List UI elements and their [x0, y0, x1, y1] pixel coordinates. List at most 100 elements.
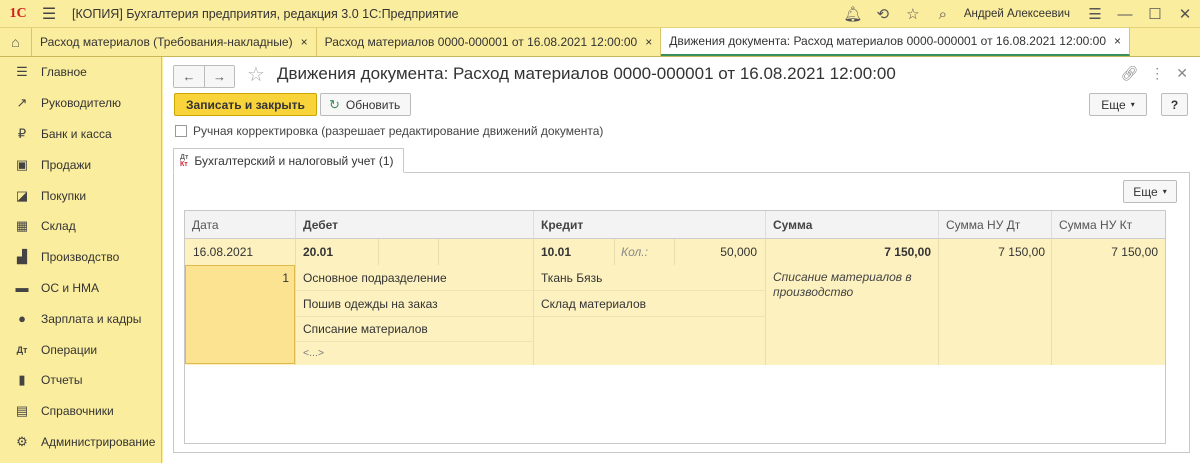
- cell-credit-account: 10.01: [541, 245, 572, 259]
- sidebar-item-catalogs[interactable]: ▤ Справочники: [0, 396, 161, 427]
- column-header-debit[interactable]: Дебет: [296, 211, 534, 239]
- sidebar-item-purchases[interactable]: ◪ Покупки: [0, 180, 161, 211]
- cell-debit-account: 20.01: [303, 245, 334, 259]
- back-arrow-icon[interactable]: ←: [174, 66, 204, 87]
- sidebar-item-label: Главное: [41, 65, 87, 80]
- close-window-icon[interactable]: ✕: [1170, 0, 1200, 28]
- refresh-label: Обновить: [345, 97, 401, 112]
- refresh-button[interactable]: ↻ Обновить: [320, 93, 412, 116]
- truck-icon: ▬: [15, 280, 29, 296]
- entries-table[interactable]: Дата Дебет Кредит Сумма Сумма НУ Дт Сумм…: [184, 210, 1166, 444]
- favorite-star-icon[interactable]: ☆: [247, 62, 265, 87]
- user-name[interactable]: Андрей Алексеевич: [964, 8, 1070, 20]
- tab-materials-document[interactable]: Расход материалов 0000-000001 от 16.08.2…: [317, 28, 662, 56]
- debit-credit-icon: Дт: [16, 344, 28, 355]
- home-icon[interactable]: ⌂: [0, 28, 32, 56]
- chart-icon: ▮: [18, 372, 26, 388]
- column-header-credit[interactable]: Кредит: [534, 211, 766, 239]
- trend-icon: ↗: [16, 95, 28, 111]
- history-icon[interactable]: ⟲: [868, 0, 898, 28]
- sidebar-item-operations[interactable]: Дт Операции: [0, 334, 161, 365]
- accounting-panel: Еще ▾ Дата Дебет Кредит Сумма Сумма НУ Д…: [173, 172, 1190, 453]
- cell-tax-sum-kt: 7 150,00: [1111, 245, 1158, 259]
- sidebar-item-admin[interactable]: ⚙ Администрирование: [0, 427, 161, 458]
- minimize-icon[interactable]: —: [1110, 0, 1140, 28]
- search-icon[interactable]: ⌕: [928, 0, 958, 28]
- tab-label: Расход материалов (Требования-накладные): [40, 35, 293, 49]
- more-button[interactable]: Еще ▾: [1089, 93, 1147, 116]
- cell-sum: 7 150,00: [884, 245, 931, 259]
- debit-credit-icon: Дт Кт: [180, 153, 189, 168]
- save-and-close-button[interactable]: Записать и закрыть: [174, 93, 317, 116]
- sidebar-item-label: Производство: [41, 250, 120, 265]
- refresh-icon: ↻: [329, 96, 340, 112]
- help-button[interactable]: ?: [1161, 93, 1188, 116]
- sidebar-item-label: Отчеты: [41, 373, 83, 388]
- forward-arrow-icon[interactable]: →: [204, 66, 234, 87]
- tab-label: Бухгалтерский и налоговый учет (1): [194, 153, 394, 168]
- more-vertical-icon[interactable]: ⋮: [1150, 65, 1164, 82]
- sidebar-item-label: Справочники: [41, 404, 114, 419]
- column-header-tax-sum-kt[interactable]: Сумма НУ Кт: [1052, 211, 1165, 239]
- sidebar-item-label: Руководителю: [41, 96, 122, 111]
- document-form: ← → ☆ Движения документа: Расход материа…: [163, 57, 1200, 463]
- sidebar-item-bank[interactable]: ₽ Банк и касса: [0, 119, 161, 150]
- cell-debit-subconto-3: Списание материалов: [303, 322, 428, 336]
- cell-debit-subconto-4: <...>: [303, 347, 325, 359]
- close-icon[interactable]: ×: [645, 35, 652, 49]
- column-header-tax-sum-dt[interactable]: Сумма НУ Дт: [939, 211, 1052, 239]
- more-label: Еще: [1101, 97, 1126, 112]
- sidebar-item-fixed-assets[interactable]: ▬ ОС и НМА: [0, 273, 161, 304]
- sidebar-item-warehouse[interactable]: ▦ Склад: [0, 211, 161, 242]
- settings-menu-icon[interactable]: ☰: [1080, 0, 1110, 28]
- close-icon[interactable]: ×: [301, 35, 308, 49]
- sidebar-item-production[interactable]: ▟ Производство: [0, 242, 161, 273]
- sidebar-item-salary[interactable]: ● Зарплата и кадры: [0, 303, 161, 334]
- tab-document-movements[interactable]: Движения документа: Расход материалов 00…: [661, 28, 1131, 56]
- link-icon[interactable]: 🔗︎: [1120, 65, 1138, 82]
- cell-quantity-label: Кол.:: [621, 245, 648, 259]
- column-header-sum[interactable]: Сумма: [766, 211, 939, 239]
- factory-icon: ▟: [17, 249, 27, 265]
- gear-icon: ⚙: [16, 433, 28, 449]
- sidebar-item-manager[interactable]: ↗ Руководителю: [0, 88, 161, 119]
- tab-accounting-tax[interactable]: Дт Кт Бухгалтерский и налоговый учет (1): [173, 148, 404, 173]
- history-nav: ← →: [173, 65, 235, 88]
- title-bar: 1С ☰ [КОПИЯ] Бухгалтерия предприятия, ре…: [0, 0, 1200, 28]
- sections-panel: ☰ Главное ↗ Руководителю ₽ Банк и касса ▣ Пр…: [0, 57, 162, 463]
- person-icon: ●: [18, 311, 26, 327]
- sidebar-item-sales[interactable]: ▣ Продажи: [0, 149, 161, 180]
- maximize-icon[interactable]: ☐: [1140, 0, 1170, 28]
- cell-credit-subconto-2: Склад материалов: [541, 297, 646, 311]
- more-button[interactable]: Еще ▾: [1123, 180, 1177, 203]
- warehouse-icon: ▦: [15, 218, 29, 234]
- tab-materials-list[interactable]: Расход материалов (Требования-накладные)…: [32, 28, 317, 56]
- main-menu-icon[interactable]: ☰: [36, 0, 62, 28]
- 1c-logo: 1С: [9, 5, 27, 21]
- sidebar-item-label: Банк и касса: [41, 126, 112, 141]
- sidebar-item-reports[interactable]: ▮ Отчеты: [0, 365, 161, 396]
- sidebar-item-label: Зарплата и кадры: [41, 311, 142, 326]
- close-icon[interactable]: ✕: [1176, 65, 1188, 82]
- chevron-down-icon: ▾: [1162, 187, 1167, 196]
- close-icon[interactable]: ×: [1114, 34, 1121, 48]
- cell-row-number: 1: [282, 271, 289, 285]
- manual-correction-checkbox[interactable]: [175, 125, 187, 137]
- sidebar-item-label: ОС и НМА: [41, 280, 100, 295]
- favorites-star-icon[interactable]: ☆: [898, 0, 928, 28]
- sidebar-item-main[interactable]: ☰ Главное: [0, 57, 161, 88]
- manual-correction-label[interactable]: Ручная корректировка (разрешает редактир…: [193, 124, 603, 138]
- column-header-date[interactable]: Дата: [185, 211, 296, 239]
- sidebar-item-label: Продажи: [41, 157, 92, 172]
- bell-icon[interactable]: 🔔︎: [838, 0, 868, 28]
- cell-quantity: 50,000: [720, 245, 757, 259]
- cell-credit-subconto-1: Ткань Бязь: [541, 271, 603, 285]
- menu-icon: ☰: [16, 64, 28, 80]
- chevron-down-icon: ▾: [1130, 100, 1135, 109]
- tab-label: Расход материалов 0000-000001 от 16.08.2…: [324, 35, 638, 49]
- open-windows-tabs: ⌂ Расход материалов (Требования-накладны…: [0, 28, 1200, 57]
- tab-label: Движения документа: Расход материалов 00…: [669, 34, 1107, 48]
- sidebar-item-label: Операции: [41, 342, 98, 357]
- ruble-icon: ₽: [17, 125, 27, 141]
- cell-tax-sum-dt: 7 150,00: [998, 245, 1045, 259]
